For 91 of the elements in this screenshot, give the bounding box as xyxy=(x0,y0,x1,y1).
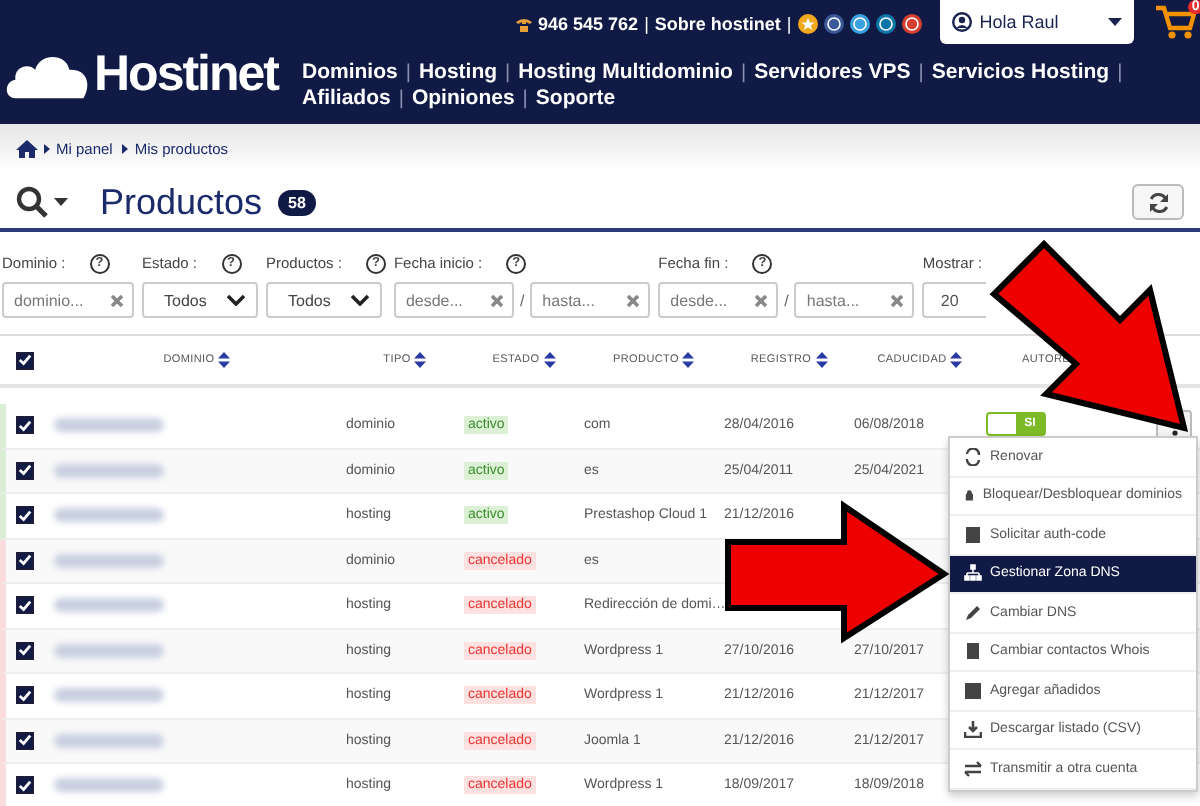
sort-icon[interactable] xyxy=(543,352,556,368)
chevron-down-icon xyxy=(350,294,370,306)
separator: | xyxy=(405,61,411,83)
separator: | xyxy=(505,61,511,83)
chevron-icon xyxy=(44,143,50,153)
caret-icon xyxy=(1107,18,1122,26)
row-checkbox[interactable] xyxy=(16,731,34,750)
separator: | xyxy=(740,61,747,83)
logo-text[interactable]: Hostinet xyxy=(94,50,278,100)
blurred-domain xyxy=(54,508,164,523)
menu-item-icon xyxy=(964,642,982,661)
blurred-domain xyxy=(54,418,164,433)
row-checkbox[interactable] xyxy=(16,686,34,705)
separator: | xyxy=(644,14,649,34)
blurred-domain xyxy=(54,688,164,703)
row-checkbox[interactable] xyxy=(16,461,34,480)
filter-select[interactable]: Todos xyxy=(142,282,258,318)
search-icon xyxy=(16,186,48,218)
row-checkbox[interactable] xyxy=(16,596,34,615)
separator: | xyxy=(918,61,924,83)
separator: | xyxy=(522,87,528,109)
blurred-domain xyxy=(54,733,164,748)
nav-link[interactable]: Servicios Hosting xyxy=(931,60,1110,84)
nav-link[interactable]: Hosting xyxy=(418,60,498,84)
row-checkbox[interactable] xyxy=(16,506,34,525)
chevron-down-icon xyxy=(226,294,246,306)
sort-icon[interactable] xyxy=(950,352,963,368)
nav-link[interactable]: Hosting Multidominio xyxy=(518,60,733,84)
cart-icon[interactable] xyxy=(1155,4,1196,40)
count-badge: 58 xyxy=(278,189,316,215)
separator: | xyxy=(398,87,404,109)
filter-input[interactable]: hasta... xyxy=(794,282,915,318)
social-icon[interactable] xyxy=(823,14,844,34)
filter-input[interactable]: desde... xyxy=(658,282,779,318)
menu-item-icon xyxy=(964,564,982,583)
clear-icon[interactable] xyxy=(110,293,124,307)
user-dropdown[interactable]: Hola Raul xyxy=(939,0,1134,44)
page-title: Productos xyxy=(100,181,263,223)
sort-icon[interactable] xyxy=(414,352,427,368)
clear-icon[interactable] xyxy=(890,293,905,307)
row-checkbox[interactable] xyxy=(16,641,34,660)
blurred-domain xyxy=(54,553,164,568)
nav-link[interactable]: Servidores VPS xyxy=(754,60,911,84)
clear-icon[interactable] xyxy=(754,293,769,307)
clear-icon[interactable] xyxy=(626,293,641,307)
nav-link[interactable]: Soporte xyxy=(535,86,616,110)
menu-item-icon xyxy=(964,681,982,700)
range-separator: / xyxy=(519,291,525,309)
nav-link[interactable]: Opiniones xyxy=(411,86,515,110)
nav-link[interactable]: Dominios xyxy=(302,60,398,84)
sort-icon[interactable] xyxy=(218,352,231,368)
home-icon[interactable] xyxy=(16,139,38,157)
separator: | xyxy=(786,14,792,34)
row-checkbox[interactable] xyxy=(16,551,34,570)
blurred-domain xyxy=(54,598,164,613)
refresh-icon xyxy=(1147,191,1169,213)
blurred-domain xyxy=(54,643,164,658)
clear-icon[interactable] xyxy=(489,293,504,307)
filter-select[interactable]: Todos xyxy=(266,282,382,318)
social-icon[interactable] xyxy=(901,14,922,34)
social-icon[interactable] xyxy=(849,14,870,34)
user-icon xyxy=(951,12,972,32)
about-link[interactable]: Sobre hostinet xyxy=(654,14,781,34)
star-icon[interactable] xyxy=(797,14,818,34)
filter-input[interactable]: hasta... xyxy=(530,282,651,318)
menu-item-icon xyxy=(964,486,975,505)
blurred-domain xyxy=(54,778,164,793)
menu-item-icon xyxy=(964,759,982,778)
nav-link[interactable]: Afiliados xyxy=(302,86,391,110)
filter-input[interactable]: dominio... xyxy=(2,282,134,318)
blurred-domain xyxy=(54,463,164,478)
caret-icon xyxy=(54,198,68,206)
phone-icon xyxy=(516,17,532,31)
range-separator: / xyxy=(784,291,789,309)
select-all-checkbox[interactable] xyxy=(16,351,34,369)
filter-input[interactable]: desde... xyxy=(393,282,514,318)
menu-item-icon xyxy=(964,603,982,622)
refresh-button[interactable] xyxy=(1132,184,1184,220)
row-checkbox[interactable] xyxy=(16,416,34,435)
menu-item-icon xyxy=(964,447,982,466)
page-size-field[interactable]: 20 xyxy=(922,282,987,318)
chevron-icon xyxy=(122,143,129,153)
menu-item-icon xyxy=(964,525,982,544)
menu-item-icon xyxy=(964,720,982,739)
social-icon[interactable] xyxy=(875,14,896,34)
phone-number[interactable]: 946 545 762 xyxy=(538,14,639,34)
sort-icon[interactable] xyxy=(815,352,828,368)
separator: | xyxy=(1117,61,1123,83)
row-checkbox[interactable] xyxy=(16,776,34,795)
sort-icon[interactable] xyxy=(682,352,695,368)
search-toggle[interactable] xyxy=(16,186,68,218)
